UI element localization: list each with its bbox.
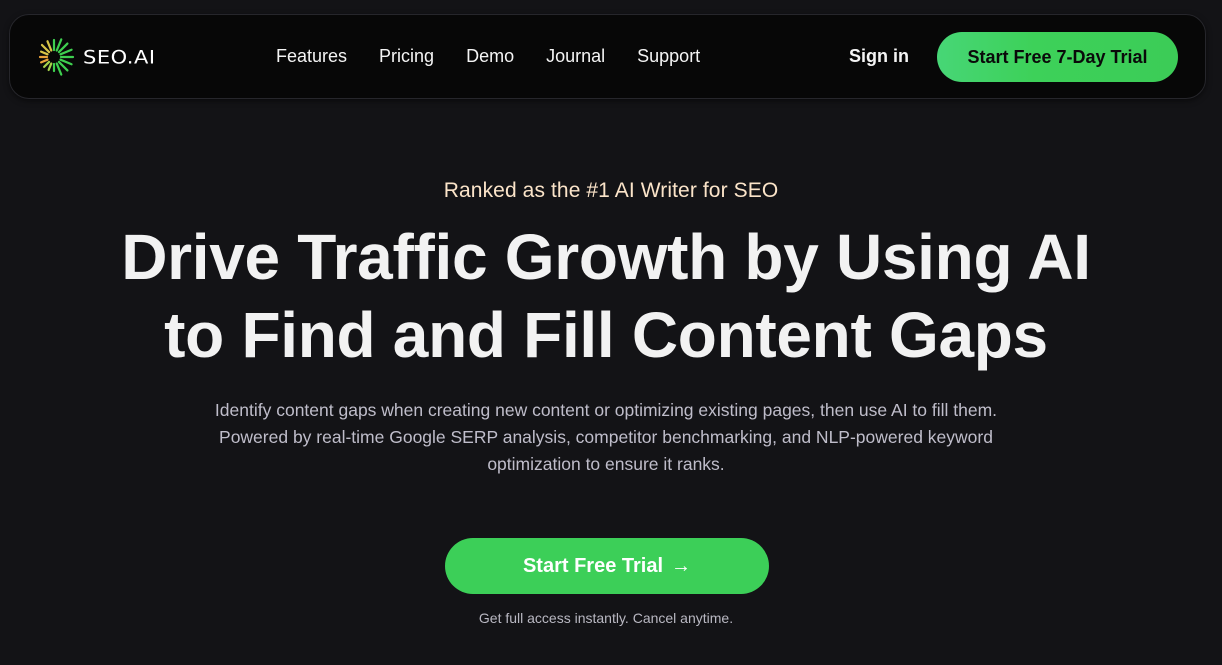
logo-ray bbox=[43, 60, 51, 68]
logo-ray bbox=[40, 43, 51, 54]
start-free-trial-button[interactable]: Start Free Trial → bbox=[445, 538, 769, 594]
top-navbar: SEO.AI Features Pricing Demo Journal Sup… bbox=[9, 14, 1206, 99]
hero-eyebrow: Ranked as the #1 AI Writer for SEO bbox=[443, 179, 779, 202]
nav-link-pricing[interactable]: Pricing bbox=[379, 44, 434, 68]
nav-link-demo[interactable]: Demo bbox=[466, 44, 514, 68]
nav-link-support[interactable]: Support bbox=[637, 44, 700, 68]
sign-in-link[interactable]: Sign in bbox=[849, 44, 909, 68]
hero-headline: Drive Traffic Growth by Using AI to Find… bbox=[0, 218, 1212, 374]
headline-line-1: Drive Traffic Growth by Using AI bbox=[121, 221, 1091, 293]
logo-ray bbox=[39, 58, 49, 64]
sunburst-logo-icon bbox=[33, 36, 75, 78]
logo-ray bbox=[47, 62, 53, 72]
nav-link-journal[interactable]: Journal bbox=[546, 44, 605, 68]
arrow-right-icon: → bbox=[671, 555, 692, 577]
nav-link-features[interactable]: Features bbox=[276, 44, 347, 68]
headline-line-2: to Find and Fill Content Gaps bbox=[164, 299, 1048, 371]
nav-links: Features Pricing Demo Journal Support bbox=[276, 44, 732, 68]
start-7-day-trial-button[interactable]: Start Free 7-Day Trial bbox=[937, 32, 1178, 82]
hero-fineprint: Get full access instantly. Cancel anytim… bbox=[478, 610, 734, 626]
hero-subtext: Identify content gaps when creating new … bbox=[214, 400, 998, 474]
logo-link[interactable]: SEO.AI bbox=[33, 36, 156, 78]
logo-wordmark: SEO.AI bbox=[83, 46, 156, 68]
logo-ray bbox=[39, 50, 49, 56]
logo-ray bbox=[46, 40, 53, 52]
start-free-trial-label: Start Free Trial bbox=[522, 554, 664, 577]
